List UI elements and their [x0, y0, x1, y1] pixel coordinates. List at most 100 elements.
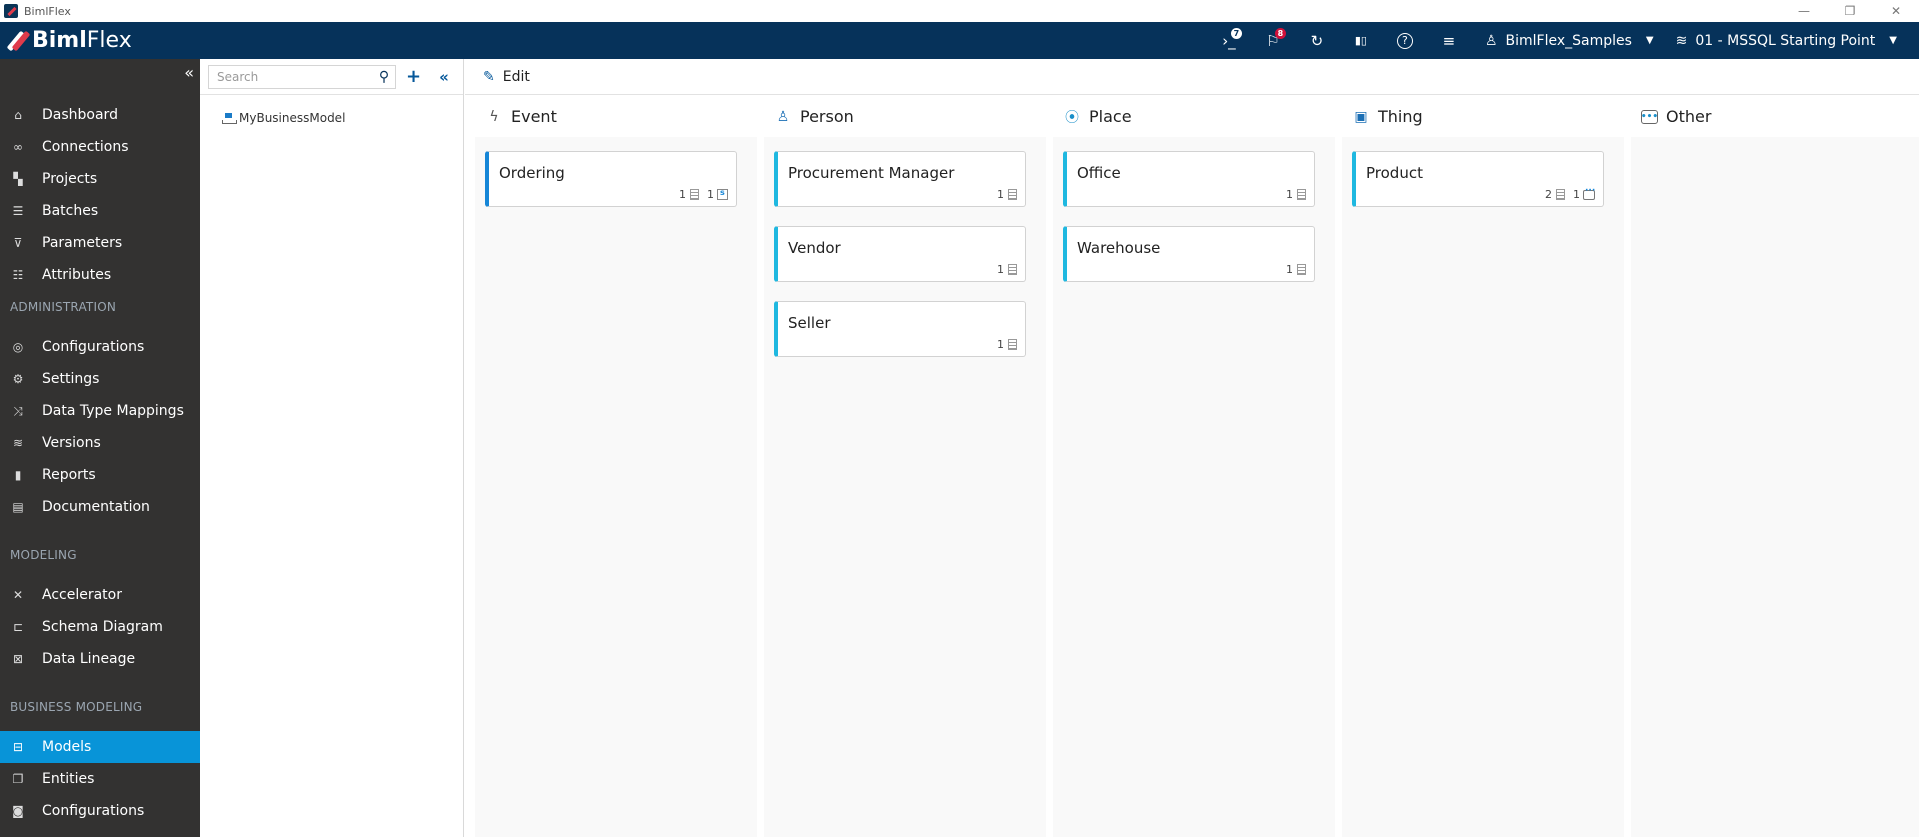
lightning-icon: ϟ — [489, 108, 499, 125]
logo-mark-icon — [6, 30, 31, 51]
sidebar-item-versions[interactable]: ≋ Versions — [0, 427, 200, 459]
notifications-button[interactable]: ⚐ 8 — [1251, 22, 1295, 59]
search-input[interactable] — [209, 69, 373, 84]
column-other: ••• Other — [1621, 96, 1919, 837]
console-button[interactable]: ›_ 7 — [1207, 22, 1251, 59]
help-icon: ? — [1396, 32, 1413, 49]
table-count: 2 — [1545, 188, 1552, 201]
extra-count: 1 — [1573, 188, 1580, 201]
sidebar-item-schema-diagram[interactable]: ⊏ Schema Diagram — [0, 611, 200, 643]
logo-text-light: Flex — [86, 28, 132, 53]
entity-card[interactable]: Warehouse 1 — [1063, 226, 1315, 282]
card-title: Warehouse — [1077, 239, 1161, 257]
table-icon — [1297, 264, 1306, 275]
data-lineage-icon: ⊠ — [12, 652, 24, 666]
table-count: 1 — [997, 338, 1004, 351]
thing-icon: ▣ — [1354, 108, 1368, 125]
sidebar-item-documentation[interactable]: ▤ Documentation — [0, 491, 200, 523]
entity-card[interactable]: Vendor 1 — [774, 226, 1026, 282]
table-count: 1 — [679, 188, 686, 201]
sidebar-item-projects[interactable]: ▚ Projects — [0, 163, 200, 195]
collapse-tree-button[interactable]: « — [439, 68, 449, 86]
comment-icon — [1583, 186, 1595, 200]
sidebar-item-parameters[interactable]: ⊽ Parameters — [0, 227, 200, 259]
sidebar-item-label: Schema Diagram — [42, 619, 163, 635]
customer-selector[interactable]: ♙ BimlFlex_Samples ▼ — [1485, 22, 1654, 59]
sidebar-item-settings[interactable]: ⚙ Settings — [0, 363, 200, 395]
comment-icon: ••• — [1640, 109, 1659, 124]
add-model-button[interactable]: + — [406, 66, 421, 87]
sidebar-item-configurations[interactable]: ◎ Configurations — [0, 331, 200, 363]
sidebar-item-business-configurations[interactable]: ◙ Configurations — [0, 795, 200, 827]
documentation-icon: ▤ — [12, 500, 24, 514]
entity-card[interactable]: Procurement Manager 1 — [774, 151, 1026, 207]
refresh-button[interactable]: ↻ — [1295, 22, 1339, 59]
settings-icon: ⚙ — [12, 372, 24, 386]
extra-count: 1 — [707, 188, 714, 201]
refresh-icon: ↻ — [1310, 31, 1324, 50]
location-icon: ⦿ — [1065, 109, 1079, 126]
sidebar-item-reports[interactable]: ▮ Reports — [0, 459, 200, 491]
column-body: Ordering 1 1 — [475, 137, 757, 837]
table-icon — [1008, 189, 1017, 200]
column-place: ⦿ Place Office 1 Warehouse 1 — [1043, 96, 1335, 837]
bimlflex-logo[interactable]: Biml Flex — [6, 28, 132, 53]
version-selector[interactable]: ≋ 01 - MSSQL Starting Point ▼ — [1676, 22, 1897, 59]
entity-card[interactable]: Seller 1 — [774, 301, 1026, 357]
entities-icon: ❐ — [12, 772, 24, 786]
search-icon[interactable]: ⚲ — [373, 69, 395, 85]
chevron-down-icon: ▼ — [1645, 35, 1654, 46]
column-event: ϟ Event Ordering 1 1 — [465, 96, 757, 837]
sidebar-item-data-type-mappings[interactable]: ⤨ Data Type Mappings — [0, 395, 200, 427]
table-count: 1 — [997, 188, 1004, 201]
home-icon: ⌂ — [14, 108, 22, 122]
sidebar-item-accelerator[interactable]: ✕ Accelerator — [0, 579, 200, 611]
table-icon — [1008, 339, 1017, 350]
sidebar-item-label: Parameters — [42, 235, 123, 251]
tree-item-label: MyBusinessModel — [239, 111, 346, 125]
table-count: 1 — [1286, 188, 1293, 201]
sidebar-item-models[interactable]: ⊟ Models — [0, 731, 200, 763]
sidebar-item-dashboard[interactable]: ⌂ Dashboard — [0, 99, 200, 131]
app-icon — [4, 4, 18, 18]
sidebar-item-data-lineage[interactable]: ⊠ Data Lineage — [0, 643, 200, 675]
card-title: Product — [1366, 164, 1423, 182]
configurations-icon: ◎ — [12, 340, 24, 354]
sidebar-collapse-button[interactable]: « — [184, 63, 194, 82]
server-button[interactable]: ≡ — [1427, 22, 1471, 59]
column-body — [1631, 137, 1919, 837]
entity-card[interactable]: Product 2 1 — [1352, 151, 1604, 207]
card-meta: 1 — [1278, 263, 1306, 276]
server-icon: ≡ — [1442, 31, 1456, 50]
minimize-button[interactable]: — — [1781, 0, 1827, 22]
table-icon — [690, 189, 699, 200]
sidebar-item-connections[interactable]: ∞ Connections — [0, 131, 200, 163]
window-titlebar: BimlFlex — ❐ ✕ — [0, 0, 1919, 22]
sidebar-item-entities[interactable]: ❐ Entities — [0, 763, 200, 795]
tree-toolbar: ⚲ + « — [200, 59, 463, 95]
card-meta: 1 — [1278, 188, 1306, 201]
edit-button[interactable]: ✎ Edit — [483, 69, 530, 85]
column-body: Procurement Manager 1 Vendor 1 Seller 1 — [764, 137, 1046, 837]
column-title: Place — [1089, 107, 1132, 126]
user-icon: ♙ — [1484, 32, 1498, 49]
sidebar-item-batches[interactable]: ☰ Batches — [0, 195, 200, 227]
restore-button[interactable]: ❐ — [1827, 0, 1873, 22]
section-modeling: MODELING — [10, 548, 77, 562]
tree-item[interactable]: MyBusinessModel — [222, 111, 345, 125]
entity-card[interactable]: Office 1 — [1063, 151, 1315, 207]
entity-card[interactable]: Ordering 1 1 — [485, 151, 737, 207]
link-icon: ∞ — [13, 140, 23, 154]
model-board: ϟ Event Ordering 1 1 ♙ Person — [465, 96, 1919, 837]
sidebar-item-label: Settings — [42, 371, 100, 387]
shuffle-icon: ⤨ — [13, 403, 23, 418]
sidebar-item-attributes[interactable]: ☷ Attributes — [0, 259, 200, 291]
person-icon: ♙ — [776, 108, 790, 125]
column-title: Person — [800, 107, 854, 126]
help-button[interactable]: ? — [1383, 22, 1427, 59]
sidebar-item-label: Data Type Mappings — [42, 403, 184, 419]
section-administration: ADMINISTRATION — [10, 300, 117, 314]
reports-button[interactable]: ▮▯ — [1339, 22, 1383, 59]
close-button[interactable]: ✕ — [1873, 0, 1919, 22]
column-title: Thing — [1378, 107, 1423, 126]
